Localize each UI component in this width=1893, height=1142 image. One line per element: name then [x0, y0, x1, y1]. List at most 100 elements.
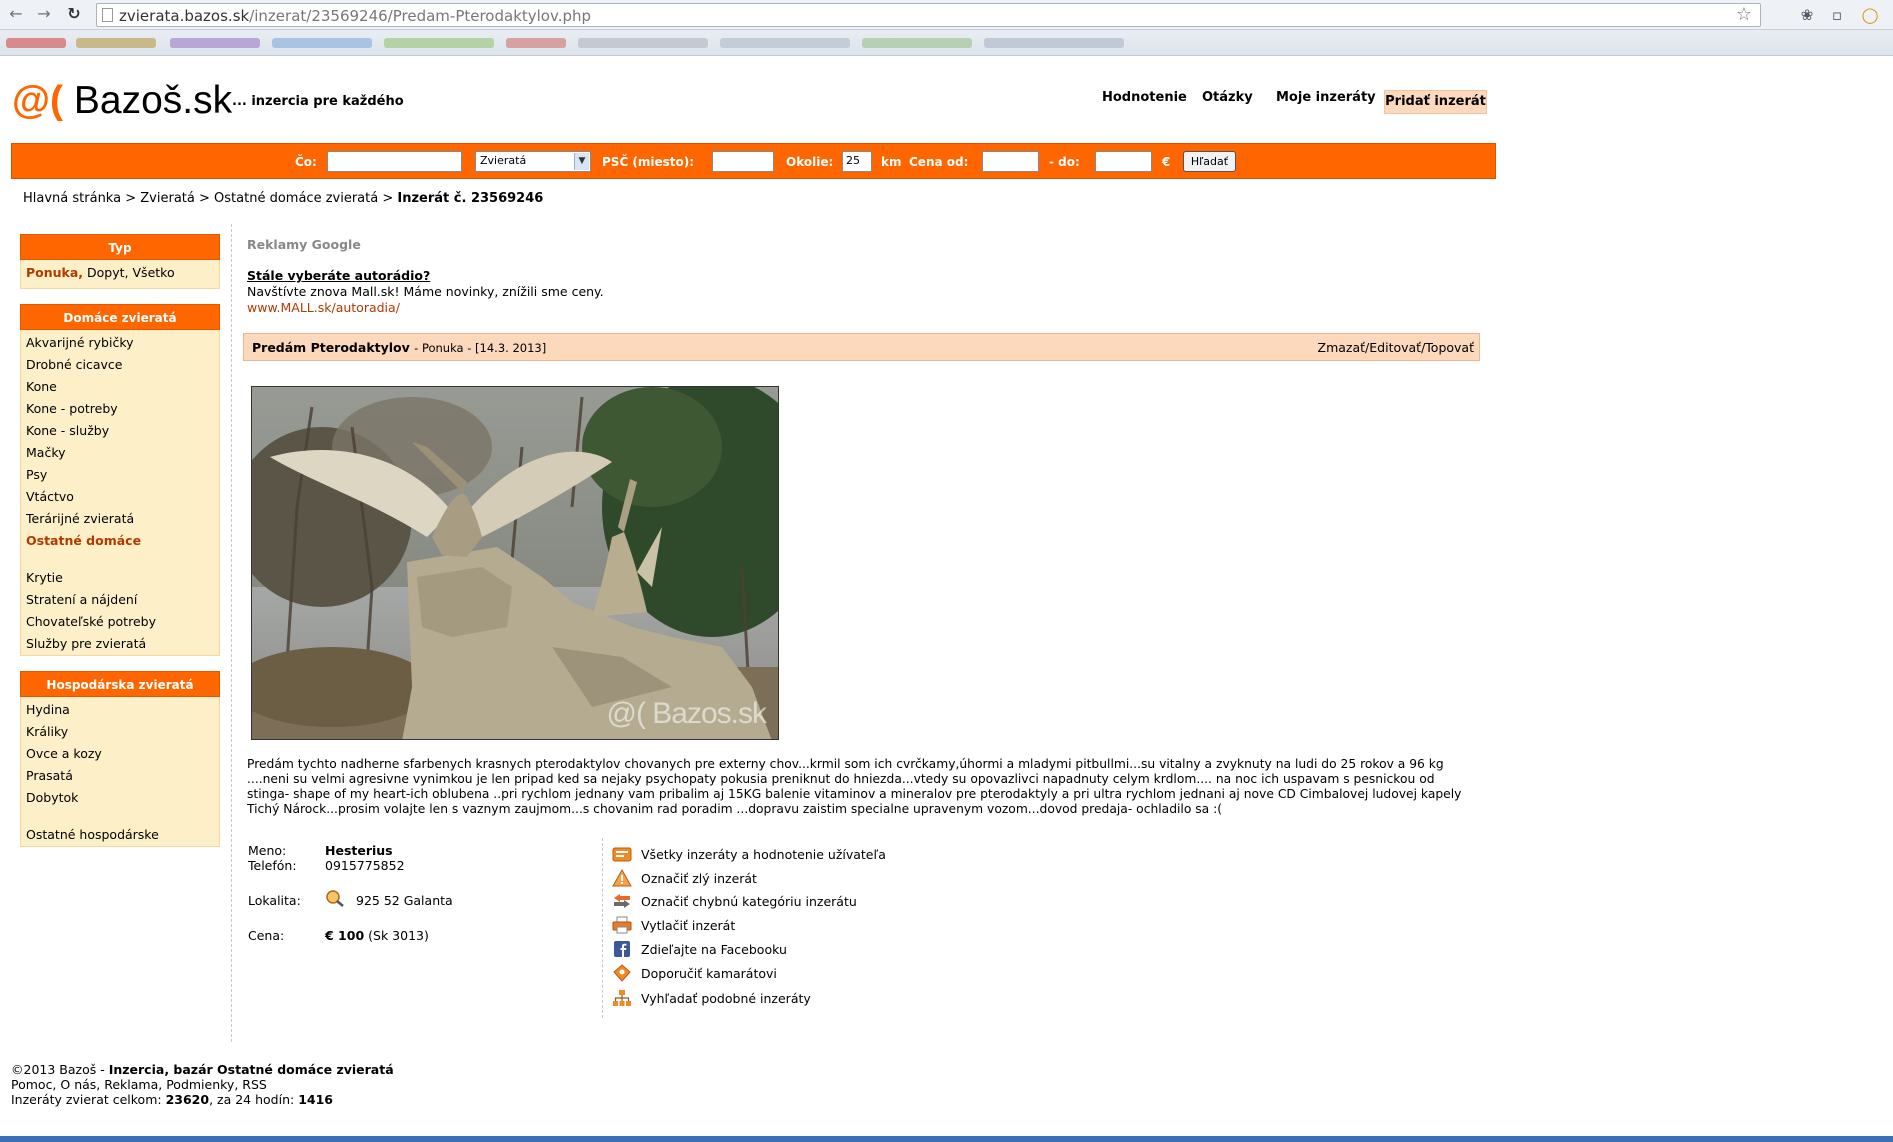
- bookmark-item[interactable]: [578, 38, 708, 48]
- sidebar-typ-items: Ponuka, Dopyt, Všetko: [21, 262, 219, 284]
- chevron-down-icon: ▼: [574, 153, 589, 170]
- nav-otazky[interactable]: Otázky: [1202, 90, 1253, 105]
- sidebar-item-dobytok[interactable]: Dobytok: [21, 787, 219, 809]
- sidebar-item-ovce[interactable]: Ovce a kozy: [21, 743, 219, 765]
- listing-header: Predám Pterodaktylov - Ponuka - [14.3. 2…: [243, 333, 1480, 361]
- description-line: Tichý Nárock...prosim volajte len s vazn…: [247, 802, 1223, 816]
- filter-vsetko[interactable]: Všetko: [133, 265, 175, 280]
- price-label: Cena:: [248, 928, 285, 943]
- tagline: ... inzercia pre každého: [232, 94, 404, 109]
- address-bar[interactable]: zvierata.bazos.sk/inzerat/23569246/Preda…: [96, 3, 1761, 27]
- bookmark-item[interactable]: [862, 38, 972, 48]
- sidebar-item-chovatelske[interactable]: Chovateľské potreby: [21, 611, 219, 633]
- listing-title-row: Predám Pterodaktylov - Ponuka - [14.3. 2…: [252, 340, 546, 355]
- breadcrumb-home[interactable]: Hlavná stránka: [23, 191, 121, 206]
- site-logo[interactable]: @( Bazoš.sk: [12, 78, 232, 124]
- warning-icon: [612, 869, 632, 887]
- listing-photo[interactable]: @( Bazos.sk: [251, 386, 779, 740]
- breadcrumb-zvierata[interactable]: Zvieratá: [140, 191, 195, 206]
- bookmark-item[interactable]: [76, 38, 156, 48]
- bookmark-item[interactable]: [984, 38, 1124, 48]
- psc-label: PSČ (miesto):: [602, 155, 695, 169]
- bookmark-item[interactable]: [720, 38, 850, 48]
- km-label: km: [881, 155, 902, 169]
- seller-name[interactable]: Hesterius: [325, 843, 393, 858]
- price-to-input[interactable]: [1095, 151, 1152, 172]
- sidebar-domace-title: Domáce zvieratá: [20, 304, 220, 330]
- sidebar-item-ostatne-hospodarske[interactable]: Ostatné hospodárske: [21, 824, 219, 846]
- sidebar-item-strateni[interactable]: Stratení a nájdení: [21, 589, 219, 611]
- ad-url[interactable]: www.MALL.sk/autoradia/: [247, 300, 400, 315]
- sidebar-item-terarijne[interactable]: Terárijné zvieratá: [21, 508, 219, 530]
- bookmark-star-icon[interactable]: ☆: [1736, 4, 1752, 25]
- bookmark-item[interactable]: [384, 38, 494, 48]
- back-arrow-icon[interactable]: ←: [6, 4, 26, 24]
- seller-name-label: Meno:: [248, 843, 287, 858]
- price-to-label: - do:: [1049, 155, 1080, 169]
- bookmarks-bar: [0, 30, 1893, 56]
- sidebar-item-kone[interactable]: Kone: [21, 376, 219, 398]
- footer-links[interactable]: Pomoc, O nás, Reklama, Podmienky, RSS: [11, 1077, 394, 1092]
- forward-arrow-icon[interactable]: →: [34, 4, 54, 24]
- sidebar-item-kone-sluzby[interactable]: Kone - služby: [21, 420, 219, 442]
- psc-input[interactable]: [712, 151, 774, 172]
- bookmark-item[interactable]: [6, 38, 66, 48]
- sidebar-item-prasata[interactable]: Prasatá: [21, 765, 219, 787]
- price-eur: € 100: [325, 928, 365, 943]
- ad-link[interactable]: Stále vyberáte autorádio?: [247, 268, 430, 283]
- sidebar-item-macky[interactable]: Mačky: [21, 442, 219, 464]
- footer-title: Inzercia, bazár Ostatné domáce zvieratá: [108, 1062, 394, 1077]
- ads-title: Reklamy Google: [247, 237, 361, 252]
- sidebar-hospodarske-title: Hospodárska zvieratá: [20, 671, 220, 697]
- breadcrumb: Hlavná stránka > Zvieratá > Ostatné domá…: [23, 191, 543, 206]
- reload-icon[interactable]: ↻: [64, 4, 84, 24]
- filter-ponuka[interactable]: Ponuka,: [26, 265, 83, 280]
- breadcrumb-separator: >: [199, 191, 210, 206]
- sidebar-item-kone-potreby[interactable]: Kone - potreby: [21, 398, 219, 420]
- stats-total: 23620: [165, 1092, 210, 1107]
- sidebar-item-drobne-cicavce[interactable]: Drobné cicavce: [21, 354, 219, 376]
- sidebar-item-kraliky[interactable]: Králiky: [21, 721, 219, 743]
- category-select[interactable]: Zvieratá ▼: [475, 151, 591, 172]
- search-bar: Čo: Zvieratá ▼ PSČ (miesto): Okolie: 25 …: [11, 143, 1496, 179]
- facebook-icon: [614, 941, 630, 957]
- extension-icon[interactable]: ▫: [1827, 5, 1847, 25]
- extension-icon[interactable]: ❀: [1797, 5, 1817, 25]
- location-value: 925 52 Galanta: [356, 893, 453, 908]
- sidebar-item-vtactvo[interactable]: Vtáctvo: [21, 486, 219, 508]
- sidebar-item-hydina[interactable]: Hydina: [21, 699, 219, 721]
- bookmark-item[interactable]: [506, 38, 566, 48]
- nav-hodnotenie[interactable]: Hodnotenie: [1102, 90, 1187, 105]
- sidebar-item-krytie[interactable]: Krytie: [21, 567, 219, 589]
- sitemap-icon: [613, 990, 631, 1006]
- price-from-input[interactable]: [982, 151, 1039, 172]
- sidebar-domace: Domáce zvieratá Akvarijné rybičky Drobné…: [20, 304, 220, 656]
- printer-icon: [612, 916, 632, 934]
- stats-mid: , za 24 hodín:: [209, 1092, 295, 1107]
- breadcrumb-ostatne[interactable]: Ostatné domáce zvieratá: [214, 191, 378, 206]
- search-button[interactable]: Hľadať: [1183, 151, 1236, 172]
- bookmark-item[interactable]: [272, 38, 372, 48]
- footer-copyright: ©2013 Bazoš -: [11, 1062, 105, 1077]
- filter-dopyt[interactable]: Dopyt,: [87, 265, 128, 280]
- action-label: Označiť zlý inzerát: [641, 871, 757, 886]
- phone-label: Telefón:: [248, 858, 297, 873]
- sidebar-item-ostatne-domace[interactable]: Ostatné domáce: [21, 530, 219, 552]
- okolie-input[interactable]: 25: [842, 151, 872, 172]
- extension-icon[interactable]: ◯: [1860, 5, 1880, 25]
- listing-edit-actions[interactable]: Zmazať/Editovať/Topovať: [1318, 340, 1474, 355]
- search-what-label: Čo:: [295, 155, 317, 169]
- taskbar-strip: [0, 1136, 1893, 1142]
- action-label: Vyhľadať podobné inzeráty: [641, 991, 811, 1006]
- sidebar-item-akvarijne[interactable]: Akvarijné rybičky: [21, 332, 219, 354]
- sidebar-item-psy[interactable]: Psy: [21, 464, 219, 486]
- sidebar-item-sluzby[interactable]: Služby pre zvieratá: [21, 633, 219, 655]
- location-label: Lokalita:: [248, 893, 301, 908]
- nav-moje-inzeraty[interactable]: Moje inzeráty: [1276, 90, 1376, 105]
- footer-copyright-row: ©2013 Bazoš - Inzercia, bazár Ostatné do…: [11, 1062, 394, 1077]
- map-search-icon[interactable]: [325, 889, 345, 907]
- search-what-input[interactable]: [327, 151, 462, 172]
- add-listing-button[interactable]: Pridať inzerát: [1384, 90, 1487, 114]
- bookmark-item[interactable]: [170, 38, 260, 48]
- action-label: Všetky inzeráty a hodnotenie užívateľa: [641, 847, 886, 862]
